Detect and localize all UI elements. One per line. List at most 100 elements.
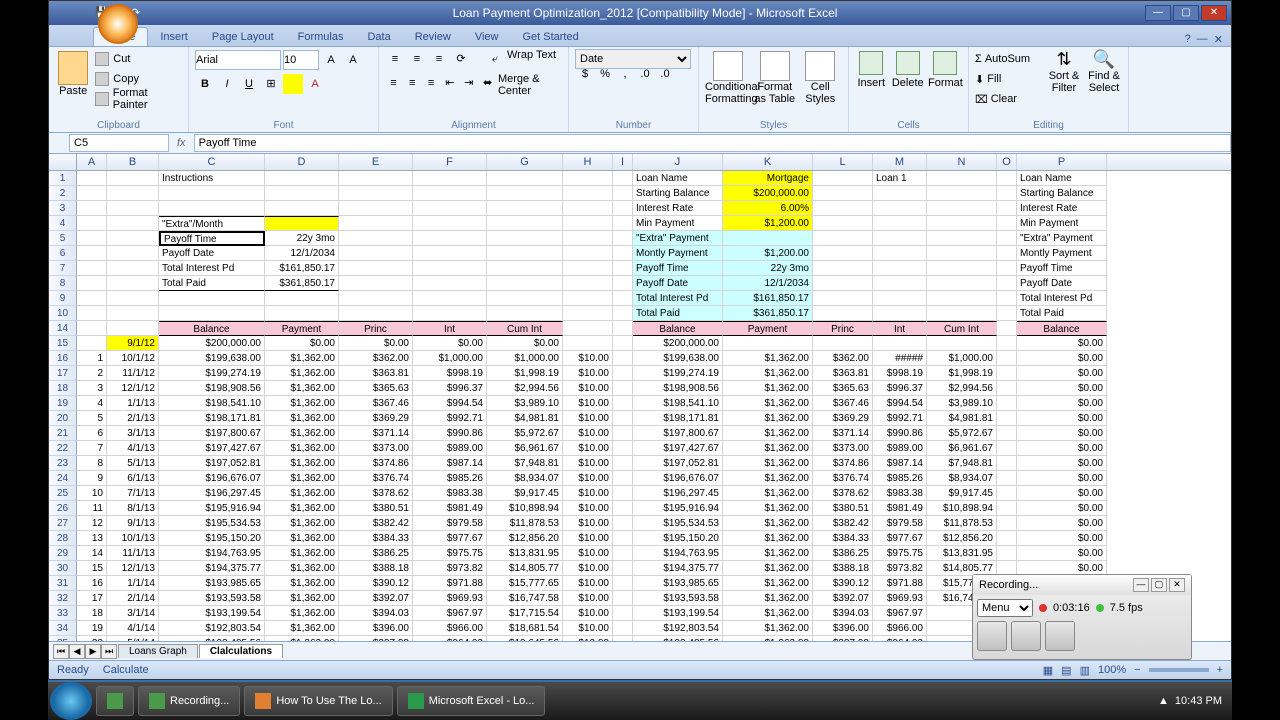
row-header[interactable]: 14 (49, 321, 77, 336)
row-header[interactable]: 16 (49, 351, 77, 366)
cell[interactable]: $193,593.58 (159, 591, 265, 606)
cell[interactable] (107, 216, 159, 231)
rec-pause-button[interactable] (1011, 621, 1041, 651)
cell[interactable] (339, 261, 413, 276)
cell[interactable]: $1,362.00 (265, 576, 339, 591)
cell[interactable]: 12 (77, 516, 107, 531)
cell[interactable] (487, 261, 563, 276)
cell[interactable]: Payoff Date (633, 276, 723, 291)
taskbar-item[interactable]: How To Use The Lo... (244, 686, 392, 716)
help-icon[interactable]: ? (1185, 33, 1191, 46)
cell[interactable] (413, 201, 487, 216)
cell[interactable]: $0.00 (1017, 351, 1107, 366)
tab-get-started[interactable]: Get Started (510, 28, 590, 46)
cell[interactable] (487, 216, 563, 231)
cell[interactable]: $1,362.00 (265, 516, 339, 531)
cell[interactable]: $0.00 (339, 336, 413, 351)
cell[interactable]: $985.26 (873, 471, 927, 486)
cell[interactable] (265, 306, 339, 321)
decrease-decimal-icon[interactable]: .0 (655, 64, 675, 84)
orientation-icon[interactable]: ⟳ (451, 49, 471, 69)
cell[interactable]: $1,000.00 (487, 351, 563, 366)
row-header[interactable]: 1 (49, 171, 77, 186)
cell[interactable]: $989.00 (873, 441, 927, 456)
cell[interactable]: $969.93 (413, 591, 487, 606)
cell[interactable] (107, 261, 159, 276)
cell[interactable]: $1,362.00 (723, 606, 813, 621)
cell[interactable]: 11/1/12 (107, 366, 159, 381)
cell[interactable]: $10.00 (563, 516, 613, 531)
cell[interactable]: $14,805.77 (487, 561, 563, 576)
cell[interactable]: $390.12 (339, 576, 413, 591)
fill-button[interactable]: ⬇Fill (975, 69, 1046, 89)
cell[interactable]: $365.63 (813, 381, 873, 396)
cell[interactable]: $994.54 (413, 396, 487, 411)
cell[interactable] (159, 186, 265, 201)
cell[interactable] (613, 471, 633, 486)
cell[interactable]: 3 (77, 381, 107, 396)
cell[interactable]: $5,972.67 (487, 426, 563, 441)
cell[interactable]: $10.00 (563, 411, 613, 426)
cell[interactable] (997, 231, 1017, 246)
cell[interactable]: $1,362.00 (723, 456, 813, 471)
cell[interactable]: $0.00 (1017, 381, 1107, 396)
cell[interactable]: "Extra" Payment (633, 231, 723, 246)
cell[interactable]: $1,362.00 (265, 591, 339, 606)
cell[interactable]: $193,199.54 (633, 606, 723, 621)
cell[interactable]: $1,362.00 (723, 486, 813, 501)
wrap-text-icon[interactable]: ⤶ (485, 49, 505, 69)
cell[interactable] (927, 336, 997, 351)
cell[interactable] (997, 396, 1017, 411)
cell[interactable]: $10.00 (563, 501, 613, 516)
cell[interactable]: 10/1/13 (107, 531, 159, 546)
cell[interactable] (997, 471, 1017, 486)
tab-view[interactable]: View (463, 28, 511, 46)
cell[interactable]: Total Paid (1017, 306, 1107, 321)
cell[interactable]: $384.33 (339, 531, 413, 546)
cell[interactable]: $198,171.81 (159, 411, 265, 426)
cell[interactable] (613, 591, 633, 606)
cell[interactable]: $376.74 (813, 471, 873, 486)
cell[interactable]: $195,150.20 (159, 531, 265, 546)
cell[interactable] (997, 441, 1017, 456)
cell[interactable] (613, 246, 633, 261)
cell[interactable]: $371.14 (339, 426, 413, 441)
cell[interactable] (77, 246, 107, 261)
cell[interactable] (339, 201, 413, 216)
cell[interactable] (487, 231, 563, 246)
cell[interactable]: Starting Balance (1017, 186, 1107, 201)
copy-button[interactable]: Copy (95, 69, 182, 89)
cell[interactable]: $196,676.07 (633, 471, 723, 486)
cell[interactable] (339, 171, 413, 186)
cell[interactable] (613, 306, 633, 321)
column-header[interactable]: A (77, 154, 107, 170)
column-header[interactable]: G (487, 154, 563, 170)
cell[interactable] (613, 486, 633, 501)
tab-formulas[interactable]: Formulas (286, 28, 356, 46)
cell[interactable] (927, 291, 997, 306)
cell[interactable]: Cum Int (927, 321, 997, 336)
cell[interactable] (77, 321, 107, 336)
cell[interactable] (339, 216, 413, 231)
conditional-formatting-button[interactable]: Conditional Formatting (705, 49, 751, 115)
rec-min-icon[interactable]: — (1133, 578, 1149, 592)
cell[interactable] (107, 201, 159, 216)
cell[interactable]: $1,362.00 (723, 516, 813, 531)
cell[interactable] (873, 201, 927, 216)
minimize-ribbon-icon[interactable]: — (1197, 33, 1208, 46)
cell[interactable]: $394.03 (813, 606, 873, 621)
row-header[interactable]: 32 (49, 591, 77, 606)
cell[interactable] (107, 171, 159, 186)
cell[interactable] (927, 261, 997, 276)
cell[interactable]: $361,850.17 (265, 276, 339, 291)
row-header[interactable]: 28 (49, 531, 77, 546)
cell[interactable]: $1,362.00 (723, 396, 813, 411)
cell[interactable]: $1,362.00 (723, 381, 813, 396)
cell[interactable]: $195,534.53 (633, 516, 723, 531)
cell[interactable]: $365.63 (339, 381, 413, 396)
cell[interactable] (613, 231, 633, 246)
cell[interactable]: Int (413, 321, 487, 336)
cell[interactable]: "Extra"/Month (159, 216, 265, 231)
cell[interactable]: $193,199.54 (159, 606, 265, 621)
cell[interactable]: 12/1/12 (107, 381, 159, 396)
